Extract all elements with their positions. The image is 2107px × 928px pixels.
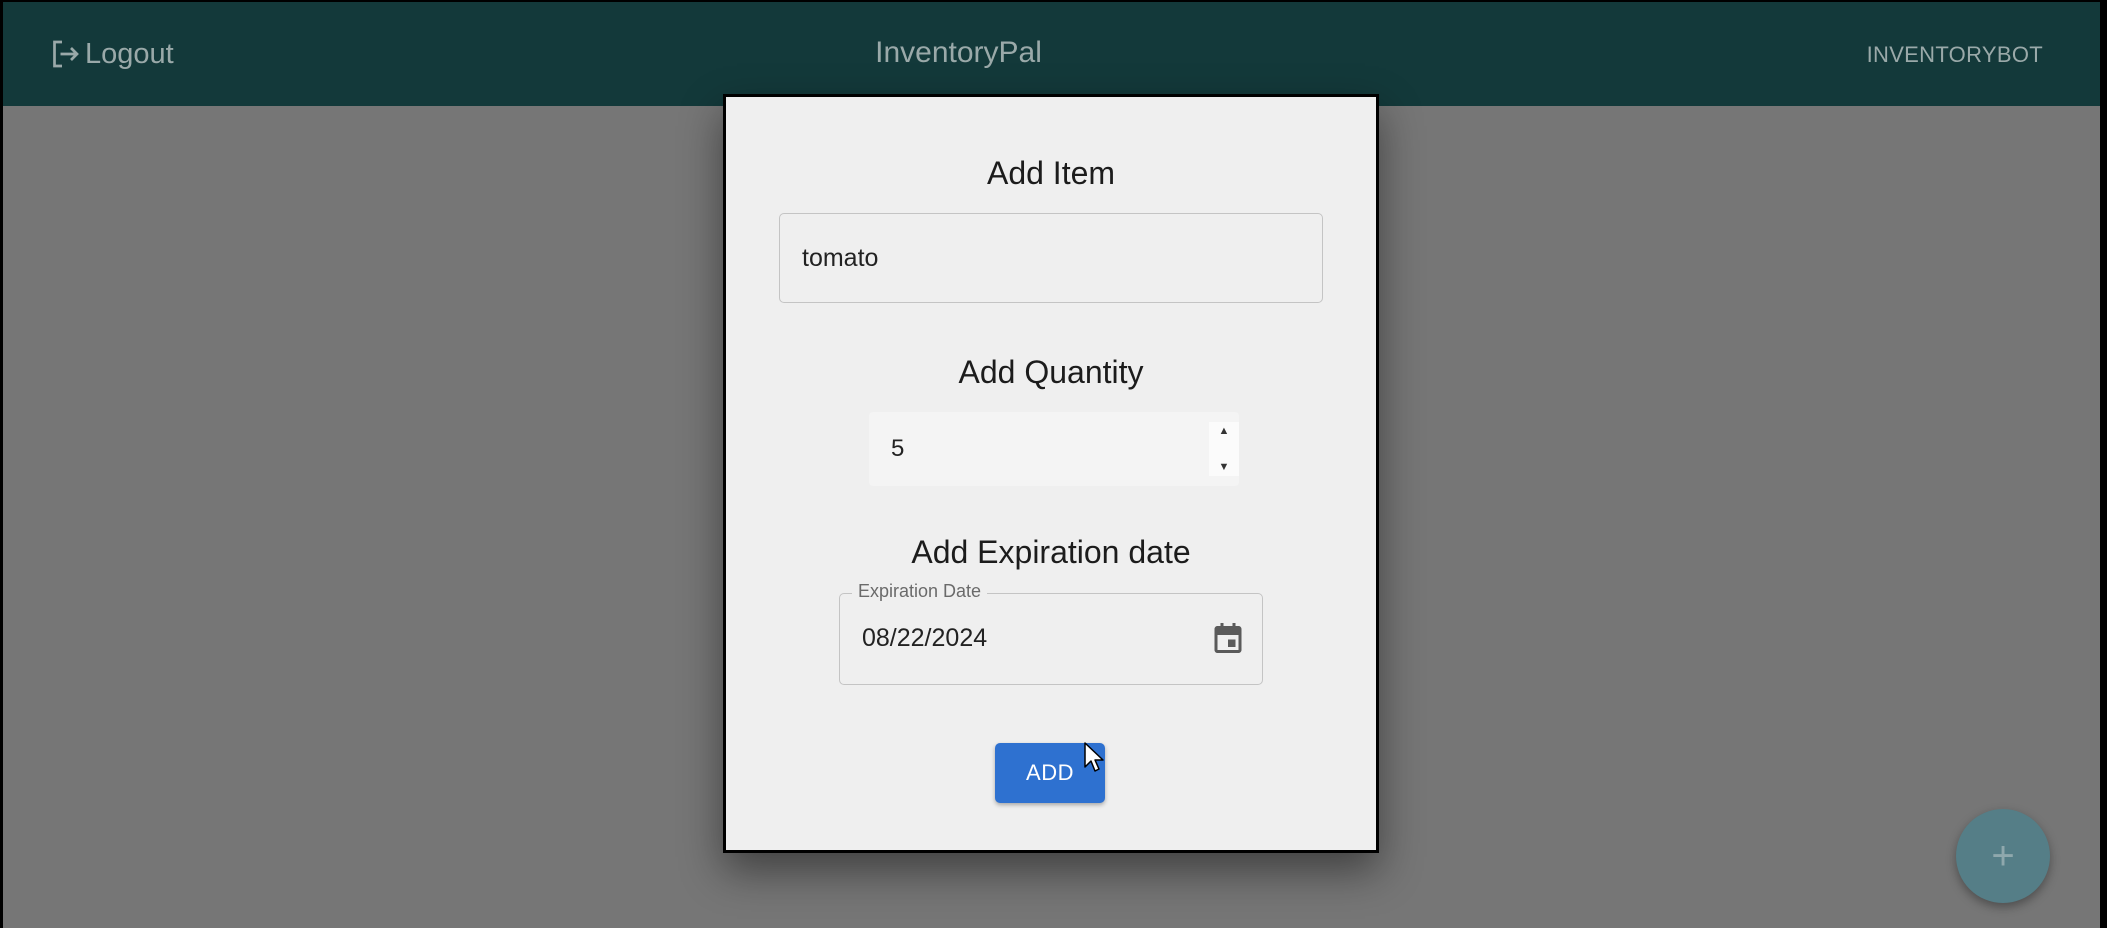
- top-app-bar: Logout InventoryPal INVENTORYBOT: [3, 2, 2100, 106]
- add-button[interactable]: ADD: [995, 743, 1105, 803]
- add-fab-button[interactable]: +: [1956, 809, 2050, 903]
- plus-icon: +: [1991, 834, 2015, 878]
- expiration-date-value[interactable]: 08/22/2024: [862, 624, 987, 653]
- app-title-text: InventoryPal: [875, 36, 1042, 69]
- add-quantity-title: Add Quantity: [958, 354, 1144, 390]
- logout-label: Logout: [85, 37, 174, 70]
- expiration-date-field[interactable]: Expiration Date 08/22/2024: [839, 581, 1263, 685]
- item-name-input[interactable]: [779, 213, 1323, 303]
- add-item-title: Add Item: [986, 155, 1116, 191]
- decrement-icon[interactable]: ▼: [1219, 458, 1230, 476]
- increment-icon[interactable]: ▲: [1219, 422, 1230, 440]
- add-item-dialog: Add Item Add Quantity ▲ ▼ Add Expiration…: [723, 94, 1379, 853]
- quantity-input[interactable]: [869, 412, 1199, 486]
- add-expiration-title: Add Expiration date: [911, 534, 1191, 570]
- calendar-icon[interactable]: [1210, 620, 1246, 656]
- logout-button[interactable]: Logout: [47, 36, 174, 72]
- expiration-date-label: Expiration Date: [852, 581, 988, 602]
- quantity-stepper[interactable]: ▲ ▼: [1209, 422, 1239, 476]
- quantity-field: ▲ ▼: [869, 412, 1239, 486]
- logout-icon: [53, 40, 79, 68]
- user-label[interactable]: INVENTORYBOT: [1867, 42, 2043, 68]
- app-title: InventoryPal: [3, 36, 2100, 70]
